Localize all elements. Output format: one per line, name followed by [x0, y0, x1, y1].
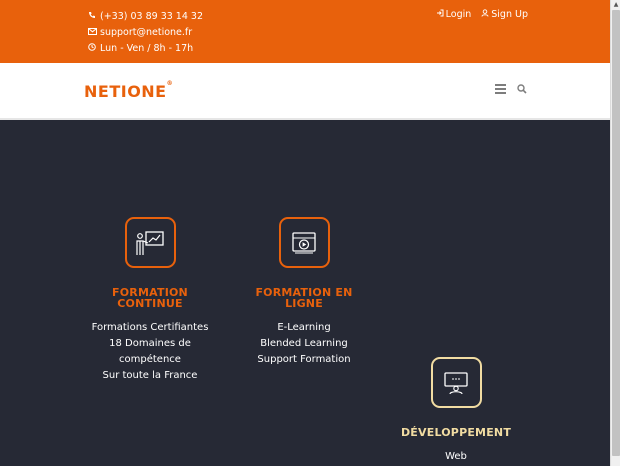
login-link[interactable]: Login: [436, 9, 472, 20]
top-contact-bar: (+33) 03 89 33 14 32 support@netione.fr …: [0, 0, 610, 63]
feature-title: FORMATION EN LIGNE: [255, 286, 353, 310]
email-link[interactable]: support@netione.fr: [100, 25, 192, 41]
feature-item: Sur toute la France: [102, 370, 198, 381]
envelope-icon: [87, 25, 97, 41]
search-icon[interactable]: [517, 84, 527, 94]
menu-toggle-icon[interactable]: [495, 84, 506, 94]
feature-item: Formations Certifiantes: [91, 322, 209, 333]
feature-item: compétence: [119, 354, 181, 365]
feature-item: Support Formation: [257, 354, 351, 365]
feature-item: Web: [445, 451, 467, 462]
scroll-up-icon[interactable]: ▲: [612, 0, 620, 10]
opening-hours: Lun - Ven / 8h - 17h: [100, 43, 194, 54]
nav-icons: [495, 84, 527, 94]
feature-formation-continue: FORMATION CONTINUE Formations Certifiant…: [88, 217, 212, 384]
hours-row: Lun - Ven / 8h - 17h: [87, 41, 203, 57]
login-label: Login: [445, 9, 472, 20]
feature-items: Web: [391, 449, 521, 465]
logo-text: NETIONE: [84, 82, 167, 101]
feature-formation-en-ligne: FORMATION EN LIGNE E-Learning Blended Le…: [242, 217, 366, 368]
feature-items: Formations Certifiantes 18 Domaines de c…: [88, 320, 212, 384]
presentation-icon[interactable]: [124, 217, 176, 268]
video-book-icon[interactable]: [278, 217, 330, 268]
user-icon: [481, 9, 489, 20]
feature-title: DÉVELOPPEMENT: [400, 426, 512, 439]
clock-icon: [87, 41, 97, 57]
registered-mark: ®: [166, 80, 174, 87]
auth-links: Login Sign Up: [436, 9, 528, 20]
feature-item: Blended Learning: [260, 338, 348, 349]
feature-title: FORMATION CONTINUE: [112, 286, 188, 310]
phone-row: (+33) 03 89 33 14 32: [87, 9, 203, 25]
monitor-user-icon[interactable]: [430, 357, 482, 408]
feature-items: E-Learning Blended Learning Support Form…: [242, 320, 366, 368]
phone-number[interactable]: (+33) 03 89 33 14 32: [100, 9, 203, 25]
phone-icon: [87, 9, 97, 25]
sign-in-icon: [436, 9, 444, 20]
site-logo[interactable]: NETIONE®: [84, 80, 174, 101]
feature-item: E-Learning: [277, 322, 331, 333]
contact-info: (+33) 03 89 33 14 32 support@netione.fr …: [87, 9, 203, 57]
signup-label: Sign Up: [491, 9, 528, 20]
signup-link[interactable]: Sign Up: [481, 9, 528, 20]
main-navbar: NETIONE®: [0, 63, 610, 120]
scrollbar-thumb[interactable]: [612, 10, 620, 456]
feature-item: 18 Domaines de: [109, 338, 191, 349]
vertical-scrollbar[interactable]: ▲: [610, 0, 620, 466]
feature-developpement: DÉVELOPPEMENT Web: [391, 357, 521, 465]
email-row: support@netione.fr: [87, 25, 203, 41]
services-section: FORMATION CONTINUE Formations Certifiant…: [0, 122, 610, 466]
